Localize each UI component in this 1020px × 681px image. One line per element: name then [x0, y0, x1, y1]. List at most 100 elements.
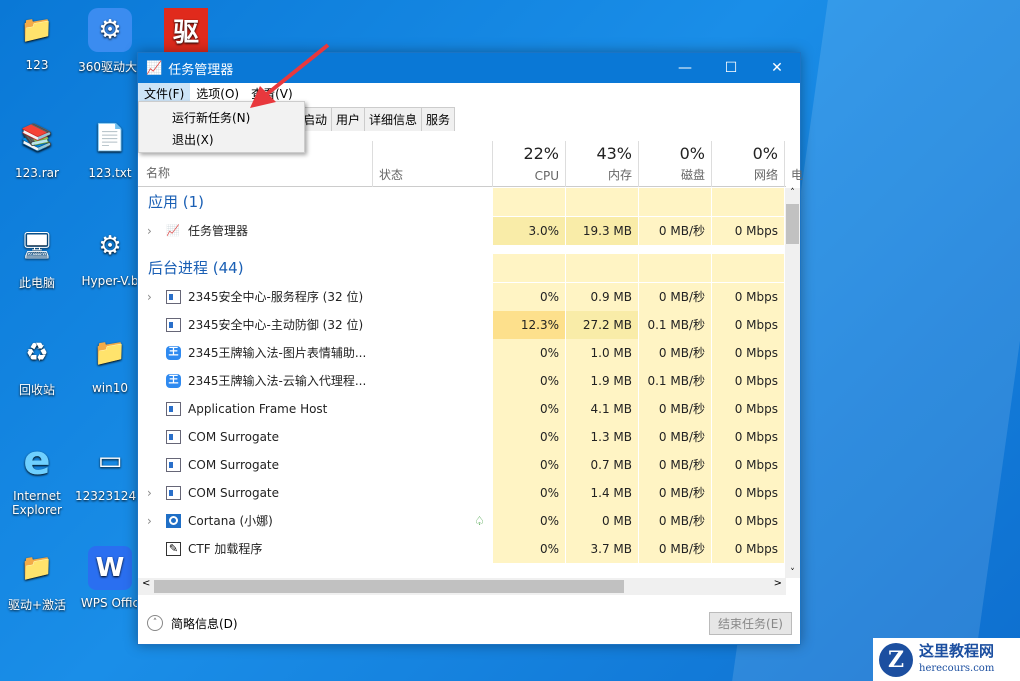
watermark-logo: Z 这里教程网herecours.com: [873, 638, 1020, 681]
desktop-icon-image: 📁: [88, 331, 132, 375]
desktop-icon-label: Internet Explorer: [2, 489, 72, 517]
process-row[interactable]: 王2345王牌输入法-图片表情辅助...0%1.0 MB0 MB/秒0 Mbps: [138, 339, 786, 367]
process-name: 任务管理器: [188, 217, 248, 245]
desktop-icon-label: WPS Offic: [75, 596, 145, 610]
disk-value: 0 MB/秒: [638, 395, 711, 423]
end-task-button[interactable]: 结束任务(E): [709, 612, 792, 635]
disk-value: 0 MB/秒: [638, 283, 711, 311]
net-value: 0 Mbps: [711, 367, 784, 395]
desktop-icon[interactable]: ▭12323124...: [75, 439, 145, 503]
process-row[interactable]: ›COM Surrogate0%1.4 MB0 MB/秒0 Mbps: [138, 479, 786, 507]
disk-value: 0 MB/秒: [638, 535, 711, 563]
desktop-icon-label: Hyper-V.b: [75, 274, 145, 288]
desktop-icon[interactable]: 📁驱动+激活: [2, 546, 72, 613]
expand-chevron-icon[interactable]: ›: [147, 479, 152, 507]
tab-services[interactable]: 服务: [421, 107, 455, 131]
desktop-icon[interactable]: ⚙Hyper-V.b: [75, 224, 145, 288]
net-value: 0 Mbps: [711, 217, 784, 245]
desktop-icon[interactable]: ⚙360驱动大!: [75, 8, 145, 75]
menu-file[interactable]: 文件(F): [138, 83, 190, 102]
process-row[interactable]: Application Frame Host0%4.1 MB0 MB/秒0 Mb…: [138, 395, 786, 423]
process-row[interactable]: 王2345王牌输入法-云输入代理程...0%1.9 MB0.1 MB/秒0 Mb…: [138, 367, 786, 395]
mem-value: 3.7 MB: [565, 535, 638, 563]
window-icon: [166, 318, 181, 332]
process-row[interactable]: ✎CTF 加载程序0%3.7 MB0 MB/秒0 Mbps: [138, 535, 786, 563]
expand-chevron-icon[interactable]: ›: [147, 217, 152, 245]
title-bar[interactable]: 📈 任务管理器 — ☐ ✕: [138, 53, 800, 83]
disk-value: 0 MB/秒: [638, 339, 711, 367]
group-label: 后台进程 (44): [148, 254, 244, 282]
mem-value: 1.0 MB: [565, 339, 638, 367]
desktop-icon-image: e: [15, 439, 59, 483]
annotation-arrow: [240, 40, 340, 120]
cpu-value: 0%: [492, 283, 565, 311]
disk-value: 0 MB/秒: [638, 423, 711, 451]
window-title: 任务管理器: [168, 59, 233, 78]
process-row[interactable]: 2345安全中心-主动防御 (32 位)12.3%27.2 MB0.1 MB/秒…: [138, 311, 786, 339]
desktop-icon[interactable]: W WPS Offic: [75, 546, 145, 610]
col-cpu[interactable]: 22%CPU: [492, 141, 565, 187]
desktop-icon[interactable]: e Internet Explorer: [2, 439, 72, 517]
desktop-icon[interactable]: ♻回收站: [2, 331, 72, 398]
disk-value: 0 MB/秒: [638, 507, 711, 535]
cortana-icon: [166, 514, 181, 528]
minimize-button[interactable]: —: [662, 53, 708, 83]
desktop-icon[interactable]: 📁123: [2, 8, 72, 72]
net-value: 0 Mbps: [711, 339, 784, 367]
desktop-icon-image: W: [88, 546, 132, 590]
menu-exit[interactable]: 退出(X): [139, 127, 304, 149]
desktop-icon[interactable]: 📚123.rar: [2, 116, 72, 180]
col-name[interactable]: 名称: [146, 164, 170, 181]
desktop-icon[interactable]: 🖥 此电脑: [2, 224, 72, 291]
net-value: 0 Mbps: [711, 423, 784, 451]
desktop-icon-image: 📚: [15, 116, 59, 160]
vertical-scrollbar[interactable]: ˄˅: [785, 188, 800, 578]
window-icon: [166, 458, 181, 472]
cpu-total: 22%: [523, 144, 559, 163]
ctf-icon: ✎: [166, 542, 181, 556]
process-name: 2345王牌输入法-图片表情辅助...: [188, 339, 366, 367]
process-row[interactable]: ›2345安全中心-服务程序 (32 位)0%0.9 MB0 MB/秒0 Mbp…: [138, 283, 786, 311]
desktop-icon[interactable]: 📁 win10: [75, 331, 145, 395]
power-label: 电: [791, 166, 803, 183]
desktop-icon-image: 🖥: [15, 224, 59, 268]
disk-label: 磁盘: [681, 166, 705, 183]
process-list: 应用 (1)›📈任务管理器3.0%19.3 MB0 MB/秒0 Mbps 后台进程…: [138, 188, 786, 578]
net-value: 0 Mbps: [711, 535, 784, 563]
horizontal-scrollbar[interactable]: <>: [138, 578, 786, 595]
tab-details[interactable]: 详细信息: [364, 107, 422, 131]
desktop-icon[interactable]: 📄123.txt: [75, 116, 145, 180]
mem-value: 1.3 MB: [565, 423, 638, 451]
process-row[interactable]: COM Surrogate0%1.3 MB0 MB/秒0 Mbps: [138, 423, 786, 451]
footer: ˄ 简略信息(D) 结束任务(E): [138, 601, 800, 645]
col-memory[interactable]: 43%内存: [565, 141, 638, 187]
group-apps: 应用 (1): [138, 188, 786, 216]
desktop-icon-label: win10: [75, 381, 145, 395]
desktop-icon[interactable]: 驱: [151, 8, 221, 58]
menu-options[interactable]: 选项(O): [190, 83, 245, 102]
cpu-value: 0%: [492, 479, 565, 507]
expand-chevron-icon[interactable]: ›: [147, 507, 152, 535]
desktop-icon-label: 360驱动大!: [75, 58, 145, 75]
suspended-leaf-icon: ♤: [474, 507, 485, 535]
process-row[interactable]: COM Surrogate0%0.7 MB0 MB/秒0 Mbps: [138, 451, 786, 479]
net-value: 0 Mbps: [711, 311, 784, 339]
process-name: Application Frame Host: [188, 395, 327, 423]
disk-value: 0.1 MB/秒: [638, 311, 711, 339]
expand-chevron-icon[interactable]: ›: [147, 283, 152, 311]
process-row[interactable]: ›📈任务管理器3.0%19.3 MB0 MB/秒0 Mbps: [138, 217, 786, 245]
maximize-button[interactable]: ☐: [708, 53, 754, 83]
process-row[interactable]: ›Cortana (小娜)♤0%0 MB0 MB/秒0 Mbps: [138, 507, 786, 535]
col-disk[interactable]: 0%磁盘: [638, 141, 711, 187]
cpu-value: 0%: [492, 339, 565, 367]
col-power[interactable]: 电: [784, 141, 794, 187]
close-button[interactable]: ✕: [754, 53, 800, 83]
brief-info-link[interactable]: 简略信息(D): [171, 615, 238, 632]
collapse-icon[interactable]: ˄: [147, 615, 163, 631]
col-status[interactable]: 状态: [372, 141, 492, 187]
col-network[interactable]: 0%网络: [711, 141, 784, 187]
desktop-icon-label: 此电脑: [2, 274, 72, 291]
mem-value: 27.2 MB: [565, 311, 638, 339]
desktop-icon-label: 123: [2, 58, 72, 72]
disk-value: 0.1 MB/秒: [638, 367, 711, 395]
